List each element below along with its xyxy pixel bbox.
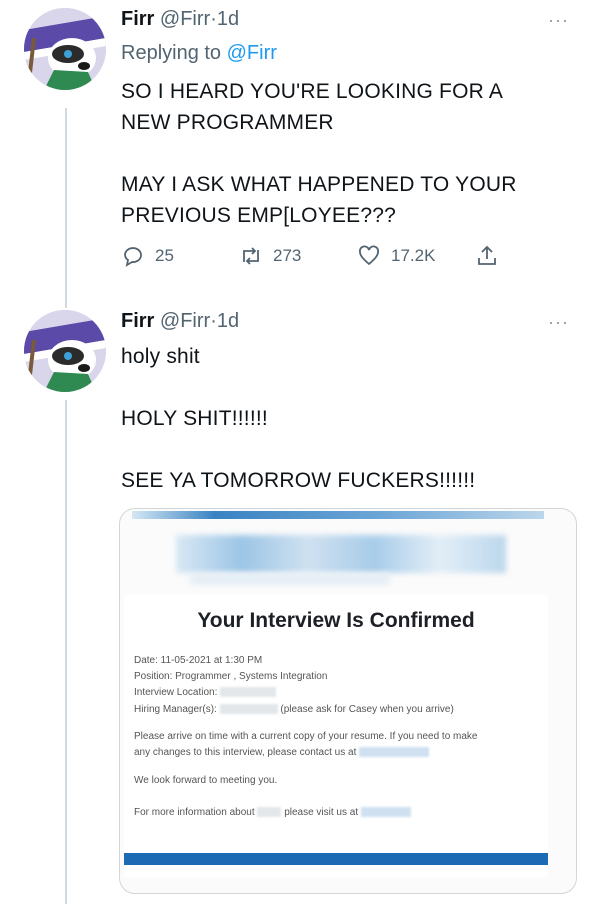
- email-body: Your Interview Is Confirmed Date: 11-05-…: [124, 595, 548, 877]
- redacted-contact: [359, 747, 430, 758]
- email-position: Position: Programmer , Systems Integrati…: [134, 671, 328, 682]
- email-forward-line: We look forward to meeting you.: [134, 775, 278, 786]
- share-button[interactable]: [475, 244, 499, 268]
- email-more-info: For more information about please visit …: [134, 807, 411, 818]
- more-options-icon[interactable]: ···: [548, 312, 569, 333]
- tweet-header: Firr @Firr·1d: [121, 310, 239, 333]
- arrive-line-2-text: any changes to this interview, please co…: [134, 747, 357, 758]
- attached-image[interactable]: Your Interview Is Confirmed Date: 11-05-…: [119, 508, 577, 894]
- location-label: Interview Location:: [134, 687, 218, 698]
- display-name[interactable]: Firr: [121, 8, 154, 30]
- replying-to: Replying to @Firr: [121, 42, 277, 65]
- retweet-icon: [243, 247, 259, 265]
- separator-dot: ·: [210, 310, 217, 332]
- email-title: Your Interview Is Confirmed: [197, 609, 475, 632]
- redacted-logo: [176, 535, 506, 573]
- avatar[interactable]: [24, 310, 106, 392]
- avatar-image: [24, 8, 106, 90]
- email-arrive-line-1: Please arrive on time with a current cop…: [134, 731, 478, 742]
- reply-count: 25: [155, 246, 174, 265]
- redacted-subheader: [190, 573, 390, 585]
- reply-button[interactable]: 25: [121, 244, 174, 268]
- like-button[interactable]: 17.2K: [357, 244, 435, 268]
- tweet-text: holy shit HOLY SHIT!!!!!! SEE YA TOMORRO…: [121, 345, 476, 492]
- heart-icon: [359, 245, 379, 266]
- avatar-image: [24, 310, 106, 392]
- more-options-icon[interactable]: ···: [548, 10, 569, 31]
- thread-connector: [65, 400, 67, 904]
- tweet-text: SO I HEARD YOU'RE LOOKING FOR A NEW PROG…: [121, 80, 517, 227]
- email-location: Interview Location:: [134, 687, 277, 698]
- replying-to-label: Replying to: [121, 42, 222, 64]
- redacted-location: [220, 687, 277, 698]
- like-count: 17.2K: [391, 246, 436, 265]
- more-info-mid: please visit us at: [284, 807, 359, 818]
- reply-icon: [124, 247, 142, 267]
- email-footer-bar: [124, 853, 548, 865]
- email-arrive-line-2: any changes to this interview, please co…: [134, 747, 430, 758]
- redacted-website: [360, 807, 411, 818]
- tweet-actions: 25 273 17.2K: [121, 244, 521, 274]
- email-hiring: Hiring Manager(s): (please ask for Casey…: [134, 704, 454, 715]
- share-icon: [478, 245, 496, 265]
- avatar[interactable]: [24, 8, 106, 90]
- redacted-company: [257, 807, 282, 818]
- separator-dot: ·: [210, 8, 217, 30]
- timestamp[interactable]: 1d: [217, 310, 239, 332]
- more-info-prefix: For more information about: [134, 807, 255, 818]
- hiring-note: (please ask for Casey when you arrive): [280, 704, 454, 715]
- timestamp[interactable]: 1d: [217, 8, 239, 30]
- thread-connector: [65, 108, 67, 308]
- display-name[interactable]: Firr: [121, 310, 154, 332]
- retweet-button[interactable]: 273: [239, 244, 301, 268]
- email-date: Date: 11-05-2021 at 1:30 PM: [134, 655, 263, 666]
- user-handle[interactable]: @Firr: [160, 8, 210, 30]
- redacted-manager: [219, 704, 278, 715]
- reply-mention-link[interactable]: @Firr: [227, 42, 277, 64]
- hiring-label: Hiring Manager(s):: [134, 704, 217, 715]
- user-handle[interactable]: @Firr: [160, 310, 210, 332]
- email-header-bar: [132, 511, 544, 519]
- tweet-header: Firr @Firr·1d: [121, 8, 239, 31]
- retweet-count: 273: [273, 246, 302, 265]
